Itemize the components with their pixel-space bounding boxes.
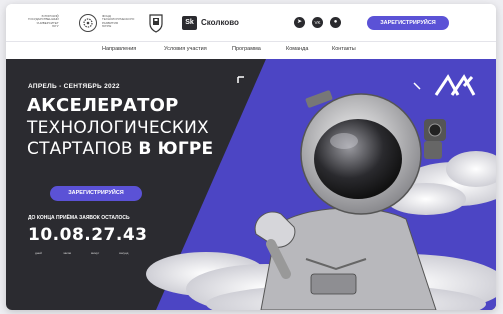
countdown-timer: 10.08.27.43 <box>28 225 148 245</box>
nav-item-program[interactable]: Программа <box>232 46 261 52</box>
hero-section: АПРЕЛЬ - СЕНТЯБРЬ 2022 АКСЕЛЕРАТОР ТЕХНО… <box>6 59 496 310</box>
deadline-text: ДО КОНЦА ПРИЁМА ЗАЯВОК ОСТАЛОСЬ <box>28 215 130 221</box>
nav-item-team[interactable]: Команда <box>286 46 308 52</box>
ok-icon[interactable]: ● <box>330 17 341 28</box>
astronaut-visor <box>314 119 402 199</box>
hero-title-line-1: АКСЕЛЕРАТОР <box>27 95 179 116</box>
nav-item-directions[interactable]: Направления <box>102 46 136 52</box>
university-logo-text: ЮГОРСКИЙ ГОСУДАРСТВЕННЫЙ УНИВЕРСИТЕТ ЮГУ <box>28 14 59 29</box>
countdown-label-minutes: минут <box>91 251 100 255</box>
browser-frame: ЮГОРСКИЙ ГОСУДАРСТВЕННЫЙ УНИВЕРСИТЕТ ЮГУ… <box>6 4 496 310</box>
register-button-hero[interactable]: ЗАРЕГИСТРИРУЙСЯ <box>50 186 142 201</box>
university-emblem-icon[interactable] <box>78 13 98 33</box>
vk-icon[interactable]: VK <box>312 17 323 28</box>
main-nav: Направления Условия участия Программа Ко… <box>6 41 496 60</box>
coat-of-arms-icon[interactable] <box>148 13 164 33</box>
hero-title-line-3: СТАРТАПОВ В ЮГРЕ <box>27 139 213 159</box>
partner-logo-text: ФОНД ТЕХНОЛОГИЧЕСКОГО РАЗВИТИЯ ЮГРЫ <box>102 14 135 29</box>
hero-kicker: АПРЕЛЬ - СЕНТЯБРЬ 2022 <box>28 83 120 90</box>
nav-item-contacts[interactable]: Контакты <box>332 46 356 52</box>
countdown-label-seconds: секунд <box>119 251 129 255</box>
hero-title-line-2: ТЕХНОЛОГИЧЕСКИХ <box>27 118 209 138</box>
skolkovo-logo-text[interactable]: Сколково <box>201 18 239 27</box>
skolkovo-logo-badge[interactable]: Sk <box>182 16 197 30</box>
hero-title-regular: СТАРТАПОВ <box>27 139 133 159</box>
site-header: ЮГОРСКИЙ ГОСУДАРСТВЕННЫЙ УНИВЕРСИТЕТ ЮГУ… <box>6 4 496 41</box>
nav-item-conditions[interactable]: Условия участия <box>164 46 207 52</box>
hero-title-bold: В ЮГРЕ <box>138 139 214 159</box>
telegram-icon[interactable]: ➤ <box>294 17 305 28</box>
register-button-header[interactable]: ЗАРЕГИСТРИРУЙСЯ <box>367 16 449 30</box>
countdown-label-hours: часов <box>63 251 72 255</box>
countdown-label-days: дней <box>35 251 42 255</box>
